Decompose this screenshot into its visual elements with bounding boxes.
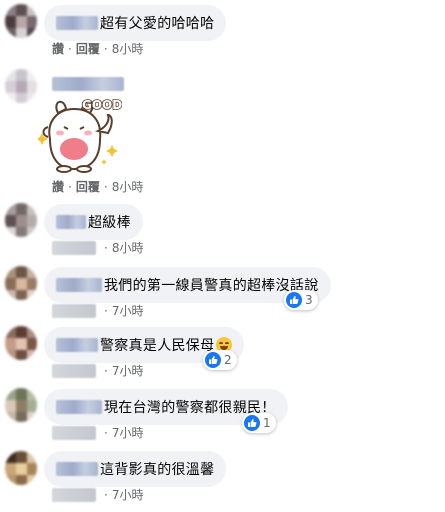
comment-actions: 讚 · 回覆 · 8小時 bbox=[52, 178, 143, 195]
comment-actions: · 7小時 bbox=[52, 486, 143, 503]
author-name[interactable] bbox=[56, 462, 98, 476]
timestamp[interactable]: 8小時 bbox=[112, 178, 144, 195]
separator: · bbox=[68, 41, 72, 56]
bunny-sticker-icon: GOOD bbox=[36, 97, 123, 173]
comment-actions: 讚 · 回覆 · 8小時 bbox=[52, 40, 143, 57]
comment-bubble: 這背影真的很溫馨 bbox=[44, 451, 227, 487]
like-reply-actions[interactable] bbox=[52, 363, 96, 378]
like-reaction-icon bbox=[286, 292, 302, 308]
comment-actions: · 7小時 bbox=[52, 302, 143, 319]
separator: · bbox=[104, 487, 108, 502]
author-name[interactable] bbox=[56, 16, 98, 30]
like-button[interactable]: 讚 bbox=[52, 178, 64, 195]
timestamp[interactable]: 7小時 bbox=[112, 302, 144, 319]
like-reaction-icon bbox=[244, 415, 260, 431]
author-name[interactable] bbox=[56, 400, 102, 414]
comment-bubble: 超級棒 bbox=[44, 204, 143, 240]
reaction-summary[interactable]: 2 bbox=[203, 350, 237, 370]
separator: · bbox=[103, 41, 108, 56]
comment-actions: · 7小時 bbox=[52, 424, 143, 441]
like-reply-actions[interactable] bbox=[52, 303, 96, 318]
avatar[interactable] bbox=[5, 326, 37, 360]
separator: · bbox=[103, 179, 108, 194]
like-reply-actions[interactable] bbox=[52, 487, 96, 502]
reply-button[interactable]: 回覆 bbox=[76, 178, 100, 195]
avatar[interactable] bbox=[5, 69, 37, 103]
comment-actions: · 7小時 bbox=[52, 362, 143, 379]
good-sticker: GOOD bbox=[36, 93, 123, 175]
timestamp[interactable]: 8小時 bbox=[112, 239, 144, 256]
avatar[interactable] bbox=[5, 203, 37, 237]
author-name[interactable] bbox=[56, 338, 98, 352]
author-name[interactable] bbox=[52, 77, 124, 91]
comment-text: 這背影真的很溫馨 bbox=[100, 462, 215, 478]
author-name[interactable] bbox=[56, 215, 86, 229]
avatar[interactable] bbox=[5, 4, 37, 38]
reaction-summary[interactable]: 1 bbox=[242, 413, 276, 433]
separator: · bbox=[68, 179, 72, 194]
separator: · bbox=[104, 363, 108, 378]
reaction-count: 1 bbox=[263, 416, 271, 430]
reaction-count: 3 bbox=[305, 293, 313, 307]
comment-actions: · 8小時 bbox=[52, 239, 143, 256]
timestamp[interactable]: 7小時 bbox=[112, 486, 144, 503]
avatar[interactable] bbox=[5, 266, 37, 300]
like-reply-actions[interactable] bbox=[52, 425, 96, 440]
separator: · bbox=[104, 425, 108, 440]
sticker-good-text: GOOD bbox=[82, 98, 122, 112]
timestamp[interactable]: 8小時 bbox=[112, 40, 144, 57]
comment-text: 超有父愛的哈哈哈 bbox=[100, 16, 215, 32]
timestamp[interactable]: 7小時 bbox=[112, 424, 144, 441]
reaction-count: 2 bbox=[224, 353, 232, 367]
like-reply-actions[interactable] bbox=[52, 240, 96, 255]
comment-bubble: 超有父愛的哈哈哈 bbox=[44, 5, 227, 41]
author-name[interactable] bbox=[56, 278, 102, 292]
comment-text: 警察真是人民保母 bbox=[100, 338, 215, 354]
reply-button[interactable]: 回覆 bbox=[76, 40, 100, 57]
separator: · bbox=[104, 303, 108, 318]
separator: · bbox=[104, 240, 108, 255]
like-reaction-icon bbox=[205, 352, 221, 368]
reaction-summary[interactable]: 3 bbox=[284, 290, 318, 310]
avatar[interactable] bbox=[5, 388, 37, 422]
like-button[interactable]: 讚 bbox=[52, 40, 64, 57]
avatar[interactable] bbox=[5, 451, 37, 485]
timestamp[interactable]: 7小時 bbox=[112, 362, 144, 379]
comment-text: 超級棒 bbox=[88, 215, 131, 231]
